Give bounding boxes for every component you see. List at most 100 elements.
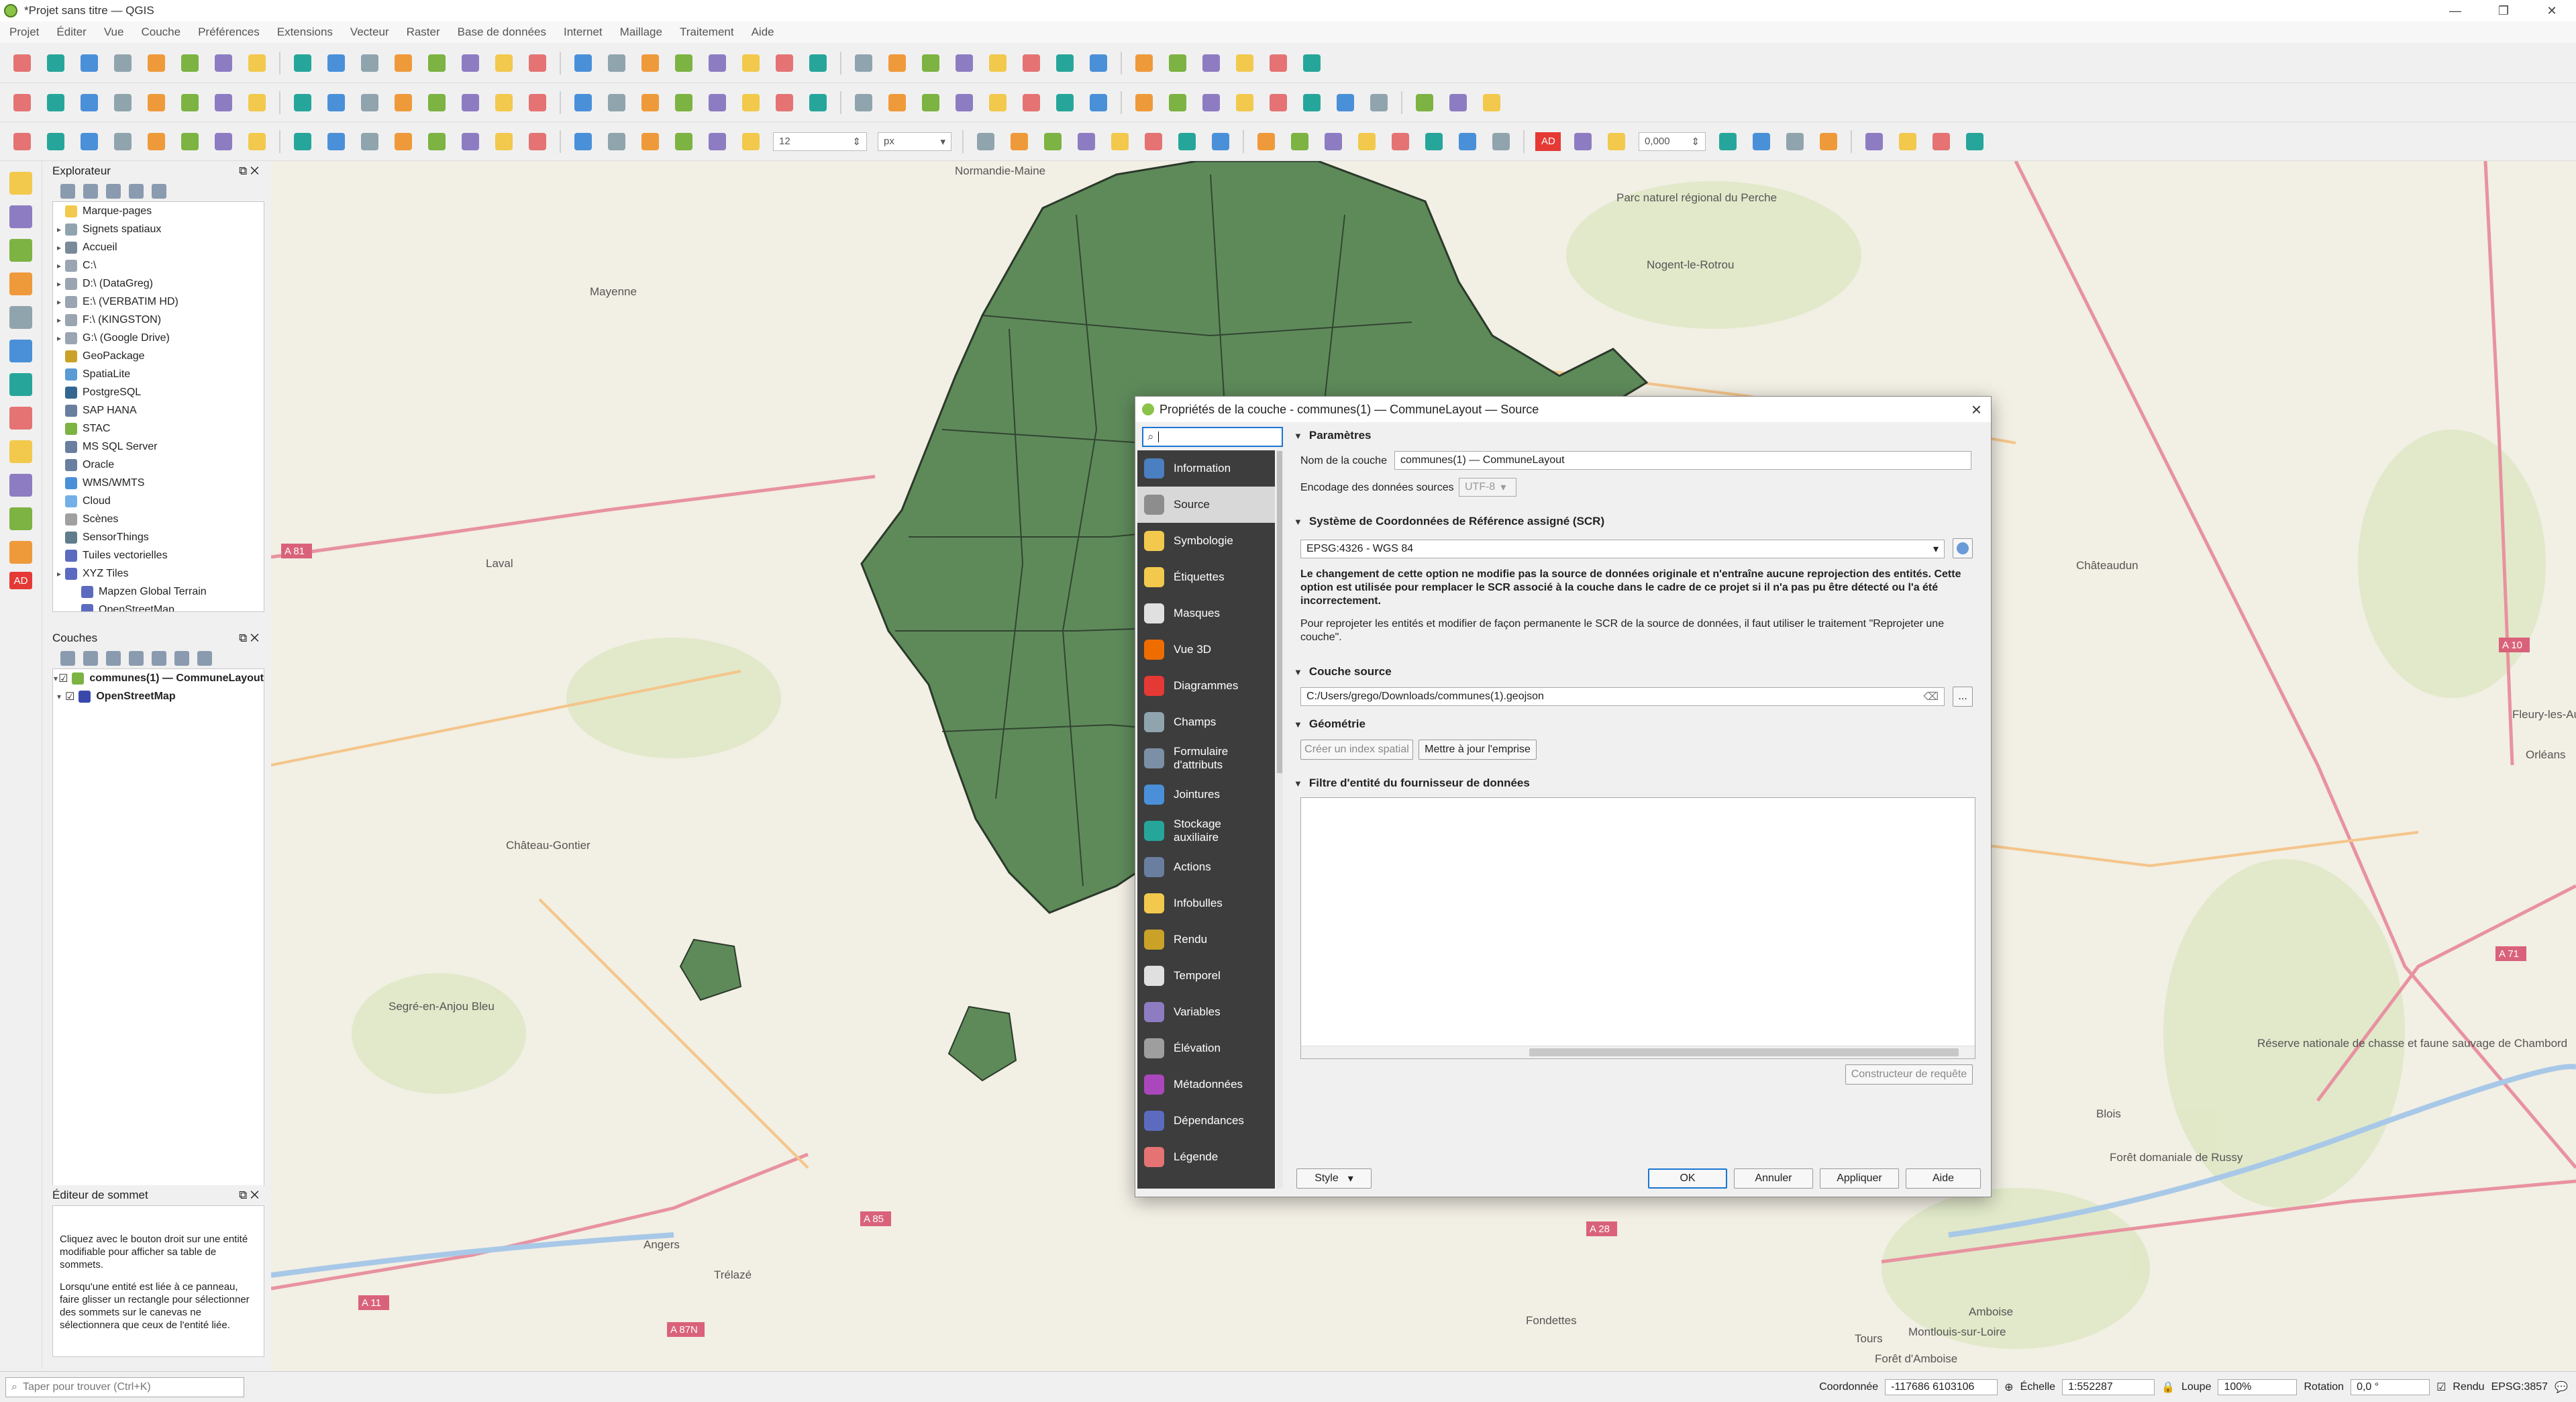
toolbar-button-icon[interactable] [852, 91, 875, 114]
expand-arrow-icon[interactable]: ▸ [53, 279, 65, 289]
toolbar-button-icon[interactable] [1200, 91, 1223, 114]
style-button[interactable]: Style ▾ [1296, 1168, 1372, 1189]
toolbar-button-icon[interactable] [1233, 91, 1256, 114]
toolbar-button-icon[interactable] [739, 91, 762, 114]
toolbar-button-icon[interactable] [178, 130, 201, 153]
add-layer-icon[interactable] [9, 239, 32, 262]
toolbar-button-icon[interactable] [1300, 91, 1323, 114]
toolbar-button-icon[interactable] [919, 91, 942, 114]
add-layer-icon[interactable] [9, 541, 32, 564]
crs-select[interactable]: EPSG:4326 - WGS 84 ▾ [1300, 540, 1945, 558]
toolbar-button-icon[interactable] [639, 130, 662, 153]
nav-item-storage[interactable]: Stockage auxiliaire [1137, 813, 1275, 849]
add-layer-icon[interactable] [9, 440, 32, 463]
toolbar-button-icon[interactable] [425, 130, 448, 153]
section-filtre[interactable]: Filtre d'entité du fournisseur de donnée… [1294, 774, 1985, 792]
toolbar-button-icon[interactable] [672, 52, 695, 74]
toolbar-button-icon[interactable] [145, 52, 168, 74]
browser-item[interactable]: Mapzen Global Terrain [53, 583, 264, 601]
layer-name-field[interactable]: communes(1) — CommuneLayout [1394, 451, 1971, 470]
toolbar-button-icon[interactable] [1605, 130, 1628, 153]
toolbar-button-icon[interactable] [246, 52, 268, 74]
menu-base-de-donnees[interactable]: Base de données [458, 26, 546, 39]
toolbar-button-icon[interactable] [605, 130, 628, 153]
nav-item-diagram[interactable]: Diagrammes [1137, 668, 1275, 704]
toolbar-button-icon[interactable] [1020, 52, 1043, 74]
toolbar-button-icon[interactable] [1209, 130, 1232, 153]
toolbar-button-icon[interactable] [1166, 52, 1189, 74]
toolbar-button-icon[interactable] [1255, 130, 1278, 153]
toolbar-button-icon[interactable] [1176, 130, 1198, 153]
toolbar-button-icon[interactable] [1817, 130, 1840, 153]
nav-item-clock[interactable]: Temporel [1137, 958, 1275, 994]
toolbar-button-icon[interactable] [425, 91, 448, 114]
font-size-field[interactable]: 12 ⇕ [773, 132, 867, 151]
browser-item[interactable]: ▸ Accueil [53, 238, 264, 256]
menu-raster[interactable]: Raster [407, 26, 440, 39]
toolbar-button-icon[interactable] [44, 52, 67, 74]
toolbar-button-icon[interactable] [459, 91, 482, 114]
browser-item[interactable]: ▸ F:\ (KINGSTON) [53, 311, 264, 329]
browser-item[interactable]: Oracle [53, 456, 264, 474]
toolbar-button-icon[interactable] [1087, 91, 1110, 114]
expand-arrow-icon[interactable]: ▾ [53, 674, 58, 683]
toolbar-button-icon[interactable] [493, 91, 515, 114]
browser-item[interactable]: Marque-pages [53, 202, 264, 220]
toolbar-button-icon[interactable] [111, 52, 134, 74]
toolbar-button-icon[interactable] [639, 52, 662, 74]
toolbar-button-icon[interactable] [1109, 130, 1131, 153]
expand-arrow-icon[interactable]: ▸ [53, 225, 65, 234]
toolbar-button-icon[interactable] [672, 91, 695, 114]
panel-close-icon[interactable]: ⧉ ✕ [239, 1189, 259, 1202]
locator-search-input[interactable]: ⌕ Taper pour trouver (Ctrl+K) [5, 1376, 244, 1397]
toolbar-button-icon[interactable] [639, 91, 662, 114]
toolbar-button-icon[interactable] [1020, 91, 1043, 114]
nav-item-elevation[interactable]: Élévation [1137, 1030, 1275, 1066]
panel-close-icon[interactable]: ⧉ ✕ [239, 632, 259, 645]
toolbar-button-icon[interactable] [44, 91, 67, 114]
toolbar-button-icon[interactable] [212, 52, 235, 74]
toolbar-button-icon[interactable] [572, 130, 595, 153]
toolbar-button-icon[interactable] [886, 91, 909, 114]
toolbar-button-icon[interactable] [1322, 130, 1345, 153]
menu-internet[interactable]: Internet [564, 26, 603, 39]
render-checkbox[interactable]: ☑ [2436, 1381, 2446, 1394]
browser-item[interactable]: ▸ XYZ Tiles [53, 564, 264, 583]
toolbar-button-icon[interactable] [392, 130, 415, 153]
browser-item[interactable]: ▸ D:\ (DataGreg) [53, 274, 264, 293]
section-couche-source[interactable]: Couche source [1294, 663, 1985, 681]
toolbar-button-icon[interactable] [1963, 130, 1986, 153]
toolbar-button-icon[interactable] [1041, 130, 1064, 153]
toolbar-button-icon[interactable] [11, 91, 34, 114]
toolbar-button-icon[interactable] [1355, 130, 1378, 153]
toolbar-button-icon[interactable] [1334, 91, 1357, 114]
toolbar-button-icon[interactable] [11, 52, 34, 74]
toolbar-button-icon[interactable] [1087, 52, 1110, 74]
remove-layer-icon[interactable] [197, 651, 212, 666]
menu-projet[interactable]: Projet [9, 26, 39, 39]
toolbar-button-icon[interactable] [325, 91, 348, 114]
add-layer-icon[interactable] [9, 272, 32, 295]
toolbar-button-icon[interactable] [212, 91, 235, 114]
toolbar-button-icon[interactable] [672, 130, 695, 153]
toolbar-button-icon[interactable] [291, 52, 314, 74]
expand-arrow-icon[interactable]: ▸ [53, 334, 65, 343]
toolbar-button-icon[interactable] [739, 130, 762, 153]
toolbar-button-icon[interactable] [111, 91, 134, 114]
toolbar-button-icon[interactable] [1053, 91, 1076, 114]
menu-maillage[interactable]: Maillage [620, 26, 662, 39]
expand-arrow-icon[interactable]: ▸ [53, 243, 65, 252]
toolbar-button-icon[interactable] [493, 52, 515, 74]
add-layer-icon[interactable] [9, 373, 32, 396]
toolbar-button-icon[interactable] [1456, 130, 1479, 153]
add-layer-icon[interactable] [9, 507, 32, 530]
toolbar-button-icon[interactable] [706, 52, 729, 74]
toolbar-button-icon[interactable] [111, 130, 134, 153]
toolbar-button-icon[interactable] [773, 52, 796, 74]
scale-field[interactable]: 1:552287 [2062, 1379, 2155, 1395]
toolbar-button-icon[interactable] [572, 52, 595, 74]
toolbar-button-icon[interactable] [526, 91, 549, 114]
toolbar-button-icon[interactable] [358, 130, 381, 153]
maximize-button[interactable]: ❐ [2479, 0, 2528, 21]
section-geometrie[interactable]: Géométrie [1294, 715, 1985, 733]
